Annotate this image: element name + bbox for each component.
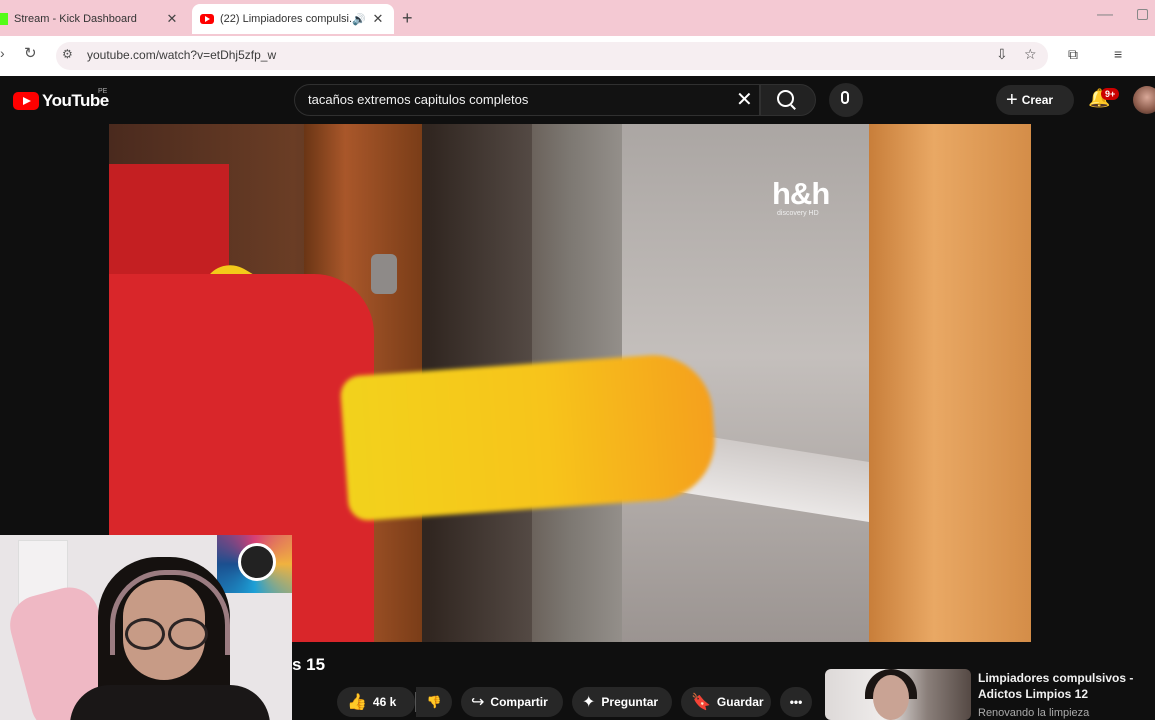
tab-kick-dashboard[interactable]: Stream - Kick Dashboard ✕ [0,4,188,34]
video-scene-yellow-glove [339,351,719,522]
share-button[interactable]: ↪ Compartir [461,687,563,717]
channel-watermark: h&h [772,176,830,211]
tab-youtube[interactable]: (22) Limpiadores compulsi... 🔊 ✕ [192,4,394,34]
install-app-icon[interactable]: ⇩ [996,46,1008,63]
like-count: 46 k [372,695,397,709]
maximize-icon[interactable] [1137,9,1148,20]
like-button[interactable]: 👍 46 k [337,687,415,717]
tab-title: (22) Limpiadores compulsi... [220,13,353,25]
create-button[interactable]: + Crear [996,85,1074,115]
search-icon[interactable] [777,90,794,107]
youtube-favicon-icon [200,14,214,24]
glasses-left-lens [125,618,165,650]
thumbs-up-icon: 👍 [347,694,367,711]
video-scene-hinge [371,254,397,294]
youtube-logo[interactable]: YouTube [13,91,109,111]
recommended-thumbnail[interactable] [825,669,971,720]
streamer-body [70,685,270,720]
close-tab-icon[interactable]: ✕ [370,11,386,27]
sparkle-icon: ✦ [582,694,596,711]
ask-label: Preguntar [601,695,659,709]
url-text[interactable]: youtube.com/watch?v=etDhj5zfp_w [87,48,276,62]
minimize-icon[interactable]: — [1097,6,1113,24]
reload-icon[interactable]: ↻ [24,44,37,62]
video-title: s 15 [292,655,326,674]
extensions-icon[interactable]: ⧉ [1068,46,1078,63]
media-controls-icon[interactable]: ≡ [1114,46,1122,62]
ask-button[interactable]: ✦ Preguntar [572,687,672,717]
search-query-text[interactable]: tacaños extremos capitulos completos [308,92,528,107]
video-scene-wood-panel [869,124,1031,642]
channel-watermark-sub: discovery HD [777,210,819,217]
glasses-right-lens [168,618,208,650]
avatar[interactable] [1133,86,1155,114]
share-label: Compartir [490,695,548,709]
close-tab-icon[interactable]: ✕ [164,11,180,27]
recommended-title[interactable]: Limpiadores compulsivos - Adictos Limpio… [978,670,1148,702]
recommended-channel[interactable]: Renovando la limpieza [978,707,1089,719]
site-info-icon[interactable]: ⚙ [62,47,73,61]
speaker-icon[interactable]: 🔊 [352,13,366,26]
webcam-overlay [0,535,292,720]
microphone-icon[interactable] [841,91,849,104]
bookmark-star-icon[interactable]: ☆ [1024,46,1037,63]
share-icon: ↪ [471,694,485,711]
kick-favicon-icon [0,13,8,25]
tab-title: Stream - Kick Dashboard [14,13,137,25]
country-code: PE [98,88,108,95]
more-icon: ••• [789,695,803,709]
youtube-play-icon [13,92,39,110]
thumbnail-face [873,675,909,720]
notification-count-badge: 9+ [1101,88,1120,100]
plus-icon: + [1006,89,1018,111]
clear-search-icon[interactable]: ✕ [736,87,753,112]
new-tab-button[interactable]: + [402,8,413,29]
create-label: Crear [1021,93,1054,107]
save-label: Guardar [716,695,764,709]
poster-center [238,543,276,581]
thumbs-down-icon: 👎 [426,695,442,709]
more-actions-button[interactable]: ••• [780,687,812,717]
back-icon[interactable]: › [0,45,5,61]
dislike-button[interactable]: 👎 [416,687,452,717]
bookmark-icon: 🔖 [691,694,711,711]
save-button[interactable]: 🔖 Guardar [681,687,771,717]
